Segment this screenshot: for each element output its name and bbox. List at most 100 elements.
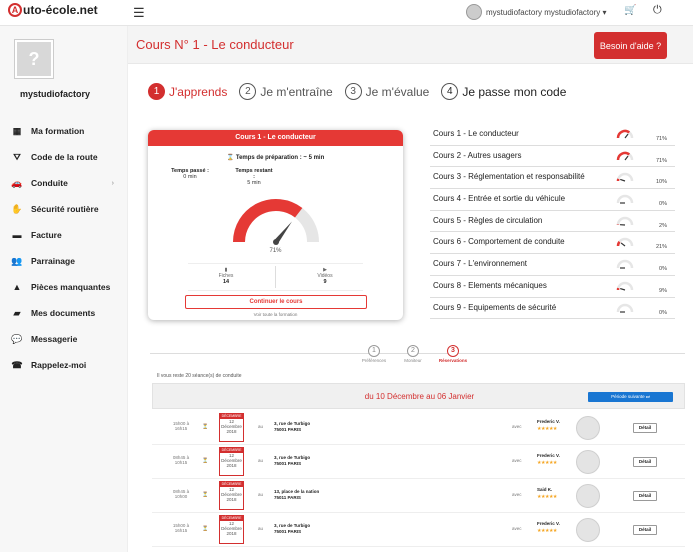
course-row[interactable]: Cours 5 - Règles de circulation 2% [430, 211, 675, 233]
sidebar-item-parrainage[interactable]: 👥 Parrainage [0, 248, 128, 274]
step-number: 1 [148, 83, 165, 100]
date-badge: DÉCEMBRE 12 Décembre 2018 [219, 481, 244, 510]
messages-icon: 💬 [11, 333, 23, 344]
chevron-right-icon: › [111, 179, 114, 187]
next-period-button[interactable]: Période suivante ⏭ [588, 392, 673, 402]
sidebar-username: mystudiofactory [19, 89, 90, 99]
cart-icon[interactable]: 🛒 [624, 5, 636, 16]
detail-button[interactable]: Détail [633, 525, 657, 535]
avatar [466, 4, 482, 20]
reservation-avec: avec [512, 526, 522, 531]
referral-icon: 👥 [11, 255, 23, 266]
booking-tabs: 1 Préférences 2 Moniteur 3 Réservations [150, 342, 685, 372]
step-1[interactable]: 1 J'apprends [148, 83, 227, 100]
stats-divider [275, 266, 276, 288]
sidebar-item-rappelez-moi[interactable]: ☎ Rappelez-moi [0, 352, 128, 378]
mini-gauge-needle [624, 133, 629, 139]
course-percent: 71% [655, 136, 667, 142]
reservation-avec: avec [512, 492, 522, 497]
reservation-row: 15h00 à 16h15 ⏳ DÉCEMBRE 12 Décembre 2018 au 3,… [152, 513, 685, 547]
tab-label: Réservations [438, 358, 468, 363]
course-row[interactable]: Cours 3 - Réglementation et responsabili… [430, 167, 675, 190]
reservation-au: au [258, 424, 264, 429]
reservation-au: au [258, 492, 264, 497]
reservation-time: 15h00 à 16h15 [172, 421, 190, 431]
mini-gauge-needle [620, 179, 626, 182]
gauge-percent: 71% [269, 248, 282, 254]
course-mini-gauge [616, 303, 634, 313]
sidebar-item-code-de-la-route[interactable]: ⛛ Code de la route [0, 144, 128, 170]
page-title: Cours N° 1 - Le conducteur [136, 37, 294, 52]
course-row[interactable]: Cours 8 - Elements mécaniques 9% [430, 276, 675, 298]
date-year: 2018 [226, 531, 237, 536]
sidebar-item-ma-formation[interactable]: ▦ Ma formation [0, 118, 128, 144]
course-mini-gauge [616, 216, 634, 226]
reservation-time: 08h45 à 10h00 [172, 489, 190, 499]
reservation-au: au [258, 526, 264, 531]
course-row[interactable]: Cours 1 - Le conducteur 71% [430, 124, 675, 146]
sidebar-item-mes-documents[interactable]: ▰ Mes documents [0, 300, 128, 326]
user-name: mystudiofactory mystudiofactory [486, 7, 601, 17]
course-label: Cours 8 - Elements mécaniques [433, 280, 547, 290]
menu-toggle-icon[interactable]: ☰ [133, 5, 145, 21]
road-icon: ⛛ [13, 151, 21, 162]
course-mini-gauge [616, 129, 634, 139]
date-year: 2018 [226, 497, 237, 502]
profile-avatar[interactable]: ? [15, 40, 53, 78]
sidebar-item-messagerie[interactable]: 💬 Messagerie [0, 326, 128, 352]
reservation-address: 13, place de la nation 75011 PARIS [274, 489, 319, 502]
course-row[interactable]: Cours 7 - L'environnement 0% [430, 254, 675, 276]
logo[interactable]: Auto-école.net [8, 3, 98, 17]
course-label: Cours 9 - Equipements de sécurité [433, 302, 557, 312]
instructor-name: Said K. [537, 487, 553, 492]
sidebar-item-s-curit-routi-re[interactable]: ✋ Sécurité routière [0, 196, 128, 222]
course-row[interactable]: Cours 4 - Entrée et sortie du véhicule 0% [430, 189, 675, 211]
phone-icon: ☎ [11, 359, 23, 370]
instructor-avatar [576, 450, 600, 474]
progress-gauge [233, 199, 319, 245]
continue-course-button[interactable]: Continuer le cours [185, 295, 367, 309]
course-label: Cours 1 - Le conducteur [433, 129, 519, 138]
step-4[interactable]: 4 Je passe mon code [441, 83, 566, 100]
date-year: 2018 [226, 429, 237, 434]
detail-button[interactable]: Détail [633, 457, 657, 467]
sidebar-item-label: Rappelez-moi [31, 360, 87, 370]
mini-gauge-needle [620, 242, 626, 247]
sidebar-item-conduite[interactable]: 🚗 Conduite › [0, 170, 128, 196]
sidebar-item-label: Messagerie [31, 334, 78, 344]
course-row[interactable]: Cours 9 - Equipements de sécurité 0% [430, 298, 675, 320]
user-menu[interactable]: mystudiofactory mystudiofactory ▾ [466, 4, 607, 20]
sidebar-item-facture[interactable]: ▬ Facture [0, 222, 128, 248]
sidebar-item-pi-ces-manquantes[interactable]: ▲ Pièces manquantes [0, 274, 128, 300]
course-label: Cours 4 - Entrée et sortie du véhicule [433, 194, 566, 204]
date-badge: DÉCEMBRE 12 Décembre 2018 [219, 413, 244, 442]
detail-button[interactable]: Détail [633, 423, 657, 433]
date-year: 2018 [226, 463, 237, 468]
reservation-row: 15h00 à 16h15 ⏳ DÉCEMBRE 12 Décembre 2018 au 3,… [152, 411, 685, 445]
step-2[interactable]: 2 Je m'entraîne [239, 83, 333, 100]
tab-number: 2 [407, 345, 419, 357]
tab-r-servations[interactable]: 3 Réservations [428, 345, 478, 363]
step-3[interactable]: 3 Je m'évalue [344, 83, 429, 100]
course-row[interactable]: Cours 6 - Comportement de conduite 21% [430, 232, 675, 255]
sidebar-item-label: Pièces manquantes [31, 282, 111, 292]
course-mini-gauge [616, 151, 634, 161]
course-card-title: Cours 1 - Le conducteur [148, 130, 403, 146]
course-label: Cours 3 - Réglementation et responsabili… [433, 172, 585, 182]
sidebar-item-label: Mes documents [31, 308, 96, 318]
invoice-icon: ▬ [12, 230, 22, 240]
logout-icon[interactable]: ⏻ [653, 4, 662, 17]
course-row[interactable]: Cours 2 - Autres usagers 71% [430, 146, 675, 168]
detail-button[interactable]: Détail [633, 491, 657, 501]
tab-number: 1 [368, 345, 380, 357]
help-button[interactable]: Besoin d'aide ? [594, 32, 667, 59]
course-mini-gauge [616, 259, 634, 269]
time-left-label: Temps restant : [235, 168, 273, 180]
reservation-avec: avec [512, 458, 522, 463]
see-all-link[interactable]: Voir toute la formation [148, 312, 403, 317]
step-number: 2 [239, 83, 257, 100]
reservation-time: 08h45 à 10h15 [172, 455, 190, 465]
videos-count: 9 [323, 279, 327, 285]
course-percent: 10% [655, 179, 667, 186]
sidebar-item-label: Ma formation [31, 126, 85, 136]
